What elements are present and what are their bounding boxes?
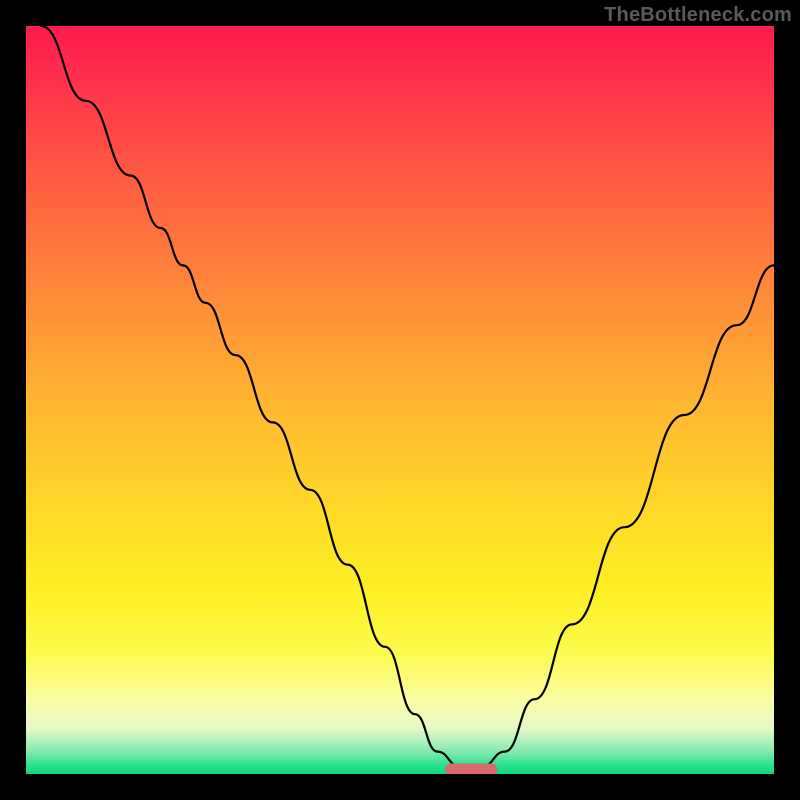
chart-svg [26,26,774,774]
watermark-text: TheBottleneck.com [604,4,792,27]
chart-plot-area [26,26,774,774]
optimal-marker [445,764,497,775]
bottleneck-curve [41,26,774,767]
